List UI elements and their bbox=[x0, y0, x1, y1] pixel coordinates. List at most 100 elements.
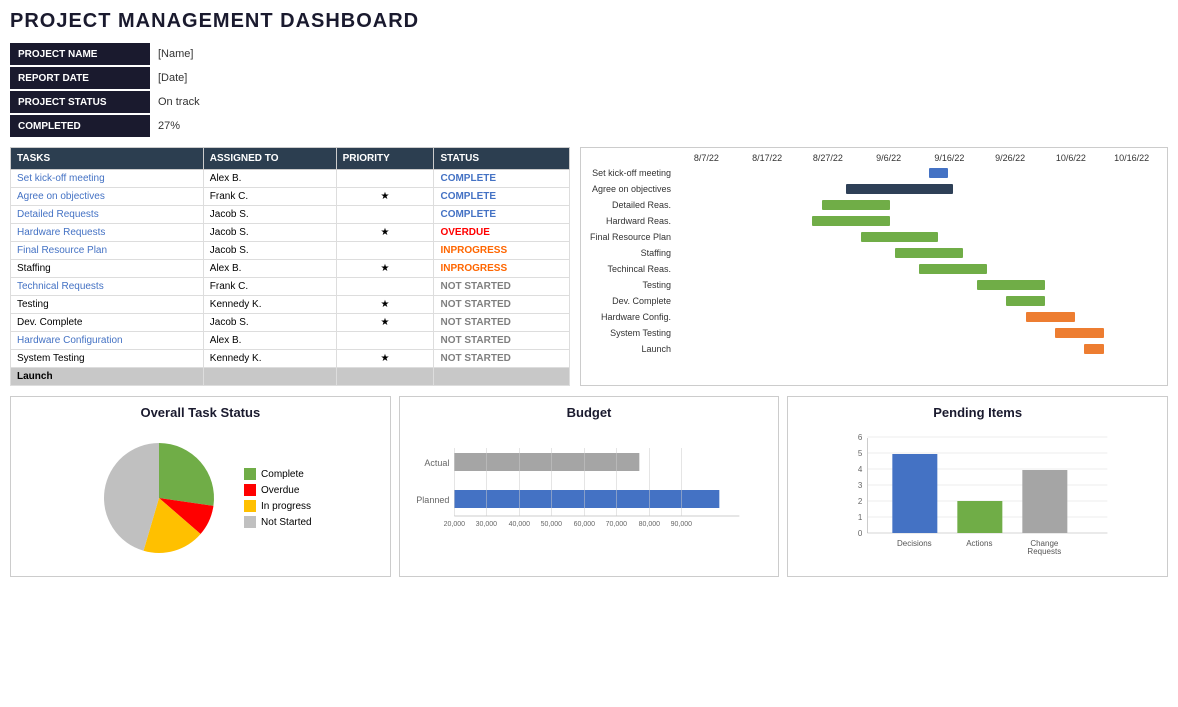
task-name[interactable]: Final Resource Plan bbox=[11, 242, 204, 260]
task-name[interactable]: Set kick-off meeting bbox=[11, 170, 204, 188]
status-badge: NOT STARTED bbox=[434, 278, 570, 296]
status-badge: NOT STARTED bbox=[434, 314, 570, 332]
legend-item: In progress bbox=[244, 500, 312, 512]
col-priority: PRIORITY bbox=[336, 148, 434, 170]
gantt-row: Hardware Config. bbox=[586, 310, 1162, 324]
table-row: Launch bbox=[11, 368, 570, 386]
status-badge bbox=[434, 368, 570, 386]
gantt-row-label: Set kick-off meeting bbox=[586, 168, 676, 178]
project-name-value: [Name] bbox=[150, 43, 201, 65]
gantt-row: Final Resource Plan bbox=[586, 230, 1162, 244]
table-row: Hardware Configuration Alex B.NOT STARTE… bbox=[11, 332, 570, 350]
gantt-row: Testing bbox=[586, 278, 1162, 292]
gantt-track bbox=[676, 184, 1162, 194]
gantt-track bbox=[676, 344, 1162, 354]
gantt-bar bbox=[812, 216, 890, 226]
svg-text:20,000: 20,000 bbox=[443, 521, 465, 528]
assigned-to: Jacob S. bbox=[203, 242, 336, 260]
pie-container: Complete Overdue In progress Not Started bbox=[19, 428, 382, 568]
svg-text:6: 6 bbox=[858, 433, 863, 442]
main-content: TASKS ASSIGNED TO PRIORITY STATUS Set ki… bbox=[10, 147, 1168, 386]
svg-text:80,000: 80,000 bbox=[638, 521, 660, 528]
task-name: Launch bbox=[11, 368, 204, 386]
table-row: Set kick-off meeting Alex B.COMPLETE bbox=[11, 170, 570, 188]
gantt-row: Dev. Complete bbox=[586, 294, 1162, 308]
gantt-bar bbox=[822, 200, 890, 210]
task-name[interactable]: Hardware Configuration bbox=[11, 332, 204, 350]
table-row: Detailed Requests Jacob S.COMPLETE bbox=[11, 206, 570, 224]
pie-slice bbox=[159, 443, 214, 506]
gantt-row-label: Detailed Reas. bbox=[586, 200, 676, 210]
gantt-row: Agree on objectives bbox=[586, 182, 1162, 196]
task-name[interactable]: Technical Requests bbox=[11, 278, 204, 296]
svg-text:Decisions: Decisions bbox=[897, 539, 932, 548]
table-row: Staffing Alex B.★INPROGRESS bbox=[11, 260, 570, 278]
svg-text:1: 1 bbox=[858, 513, 863, 522]
status-badge: COMPLETE bbox=[434, 188, 570, 206]
status-badge: INPROGRESS bbox=[434, 242, 570, 260]
col-tasks: TASKS bbox=[11, 148, 204, 170]
legend-item: Not Started bbox=[244, 516, 312, 528]
status-badge: OVERDUE bbox=[434, 224, 570, 242]
report-date-label: REPORT DATE bbox=[10, 67, 150, 89]
budget-svg: Actual Planned 20,000 30,000 40,000 50,0… bbox=[408, 428, 771, 538]
info-section: PROJECT NAME [Name] REPORT DATE [Date] P… bbox=[10, 43, 250, 137]
task-name[interactable]: Agree on objectives bbox=[11, 188, 204, 206]
gantt-date-label: 10/16/22 bbox=[1101, 153, 1162, 163]
gantt-bar bbox=[895, 248, 963, 258]
gantt-date-label: 9/16/22 bbox=[919, 153, 980, 163]
gantt-row-label: Launch bbox=[586, 344, 676, 354]
svg-text:0: 0 bbox=[858, 529, 863, 538]
svg-text:Planned: Planned bbox=[416, 495, 449, 505]
legend-color bbox=[244, 516, 256, 528]
priority bbox=[336, 242, 434, 260]
gantt-track bbox=[676, 296, 1162, 306]
gantt-row-label: Techincal Reas. bbox=[586, 264, 676, 274]
priority bbox=[336, 206, 434, 224]
gantt-bar bbox=[977, 280, 1045, 290]
budget-title: Budget bbox=[408, 405, 771, 420]
gantt-date-label: 10/6/22 bbox=[1041, 153, 1102, 163]
gantt-track bbox=[676, 168, 1162, 178]
priority bbox=[336, 368, 434, 386]
table-row: Final Resource Plan Jacob S. INPROGRESS bbox=[11, 242, 570, 260]
status-badge: COMPLETE bbox=[434, 206, 570, 224]
gantt-row: Hardward Reas. bbox=[586, 214, 1162, 228]
priority bbox=[336, 332, 434, 350]
project-name-label: PROJECT NAME bbox=[10, 43, 150, 65]
legend-item: Overdue bbox=[244, 484, 312, 496]
gantt-bar bbox=[919, 264, 987, 274]
gantt-date-label: 8/17/22 bbox=[737, 153, 798, 163]
status-badge: NOT STARTED bbox=[434, 296, 570, 314]
gantt-row: Techincal Reas. bbox=[586, 262, 1162, 276]
gantt-row-label: Staffing bbox=[586, 248, 676, 258]
assigned-to: Frank C. bbox=[203, 278, 336, 296]
completed-row: COMPLETED 27% bbox=[10, 115, 250, 137]
gantt-track bbox=[676, 312, 1162, 322]
task-name[interactable]: Hardware Requests bbox=[11, 224, 204, 242]
table-row: Technical Requests Frank C. NOT STARTED bbox=[11, 278, 570, 296]
gantt-row: System Testing bbox=[586, 326, 1162, 340]
budget-chart: Budget Actual Planned 20,000 30,000 40,0… bbox=[399, 396, 780, 577]
svg-text:90,000: 90,000 bbox=[670, 521, 692, 528]
gantt-row: Staffing bbox=[586, 246, 1162, 260]
project-status-label: PROJECT STATUS bbox=[10, 91, 150, 113]
task-name[interactable]: Detailed Requests bbox=[11, 206, 204, 224]
assigned-to: Kennedy K. bbox=[203, 350, 336, 368]
overall-status-chart: Overall Task Status Complete Overdue In … bbox=[10, 396, 391, 577]
gantt-bar bbox=[846, 184, 953, 194]
assigned-to: Jacob S. bbox=[203, 224, 336, 242]
legend-color bbox=[244, 484, 256, 496]
report-date-value: [Date] bbox=[150, 67, 195, 89]
legend-label: Overdue bbox=[261, 485, 299, 496]
gantt-bar bbox=[929, 168, 948, 178]
priority: ★ bbox=[336, 350, 434, 368]
gantt-bar bbox=[1026, 312, 1075, 322]
col-status: STATUS bbox=[434, 148, 570, 170]
assigned-to bbox=[203, 368, 336, 386]
col-assigned: ASSIGNED TO bbox=[203, 148, 336, 170]
assigned-to: Frank C. bbox=[203, 188, 336, 206]
svg-text:2: 2 bbox=[858, 497, 863, 506]
gantt-row-label: Agree on objectives bbox=[586, 184, 676, 194]
gantt-row: Launch bbox=[586, 342, 1162, 356]
